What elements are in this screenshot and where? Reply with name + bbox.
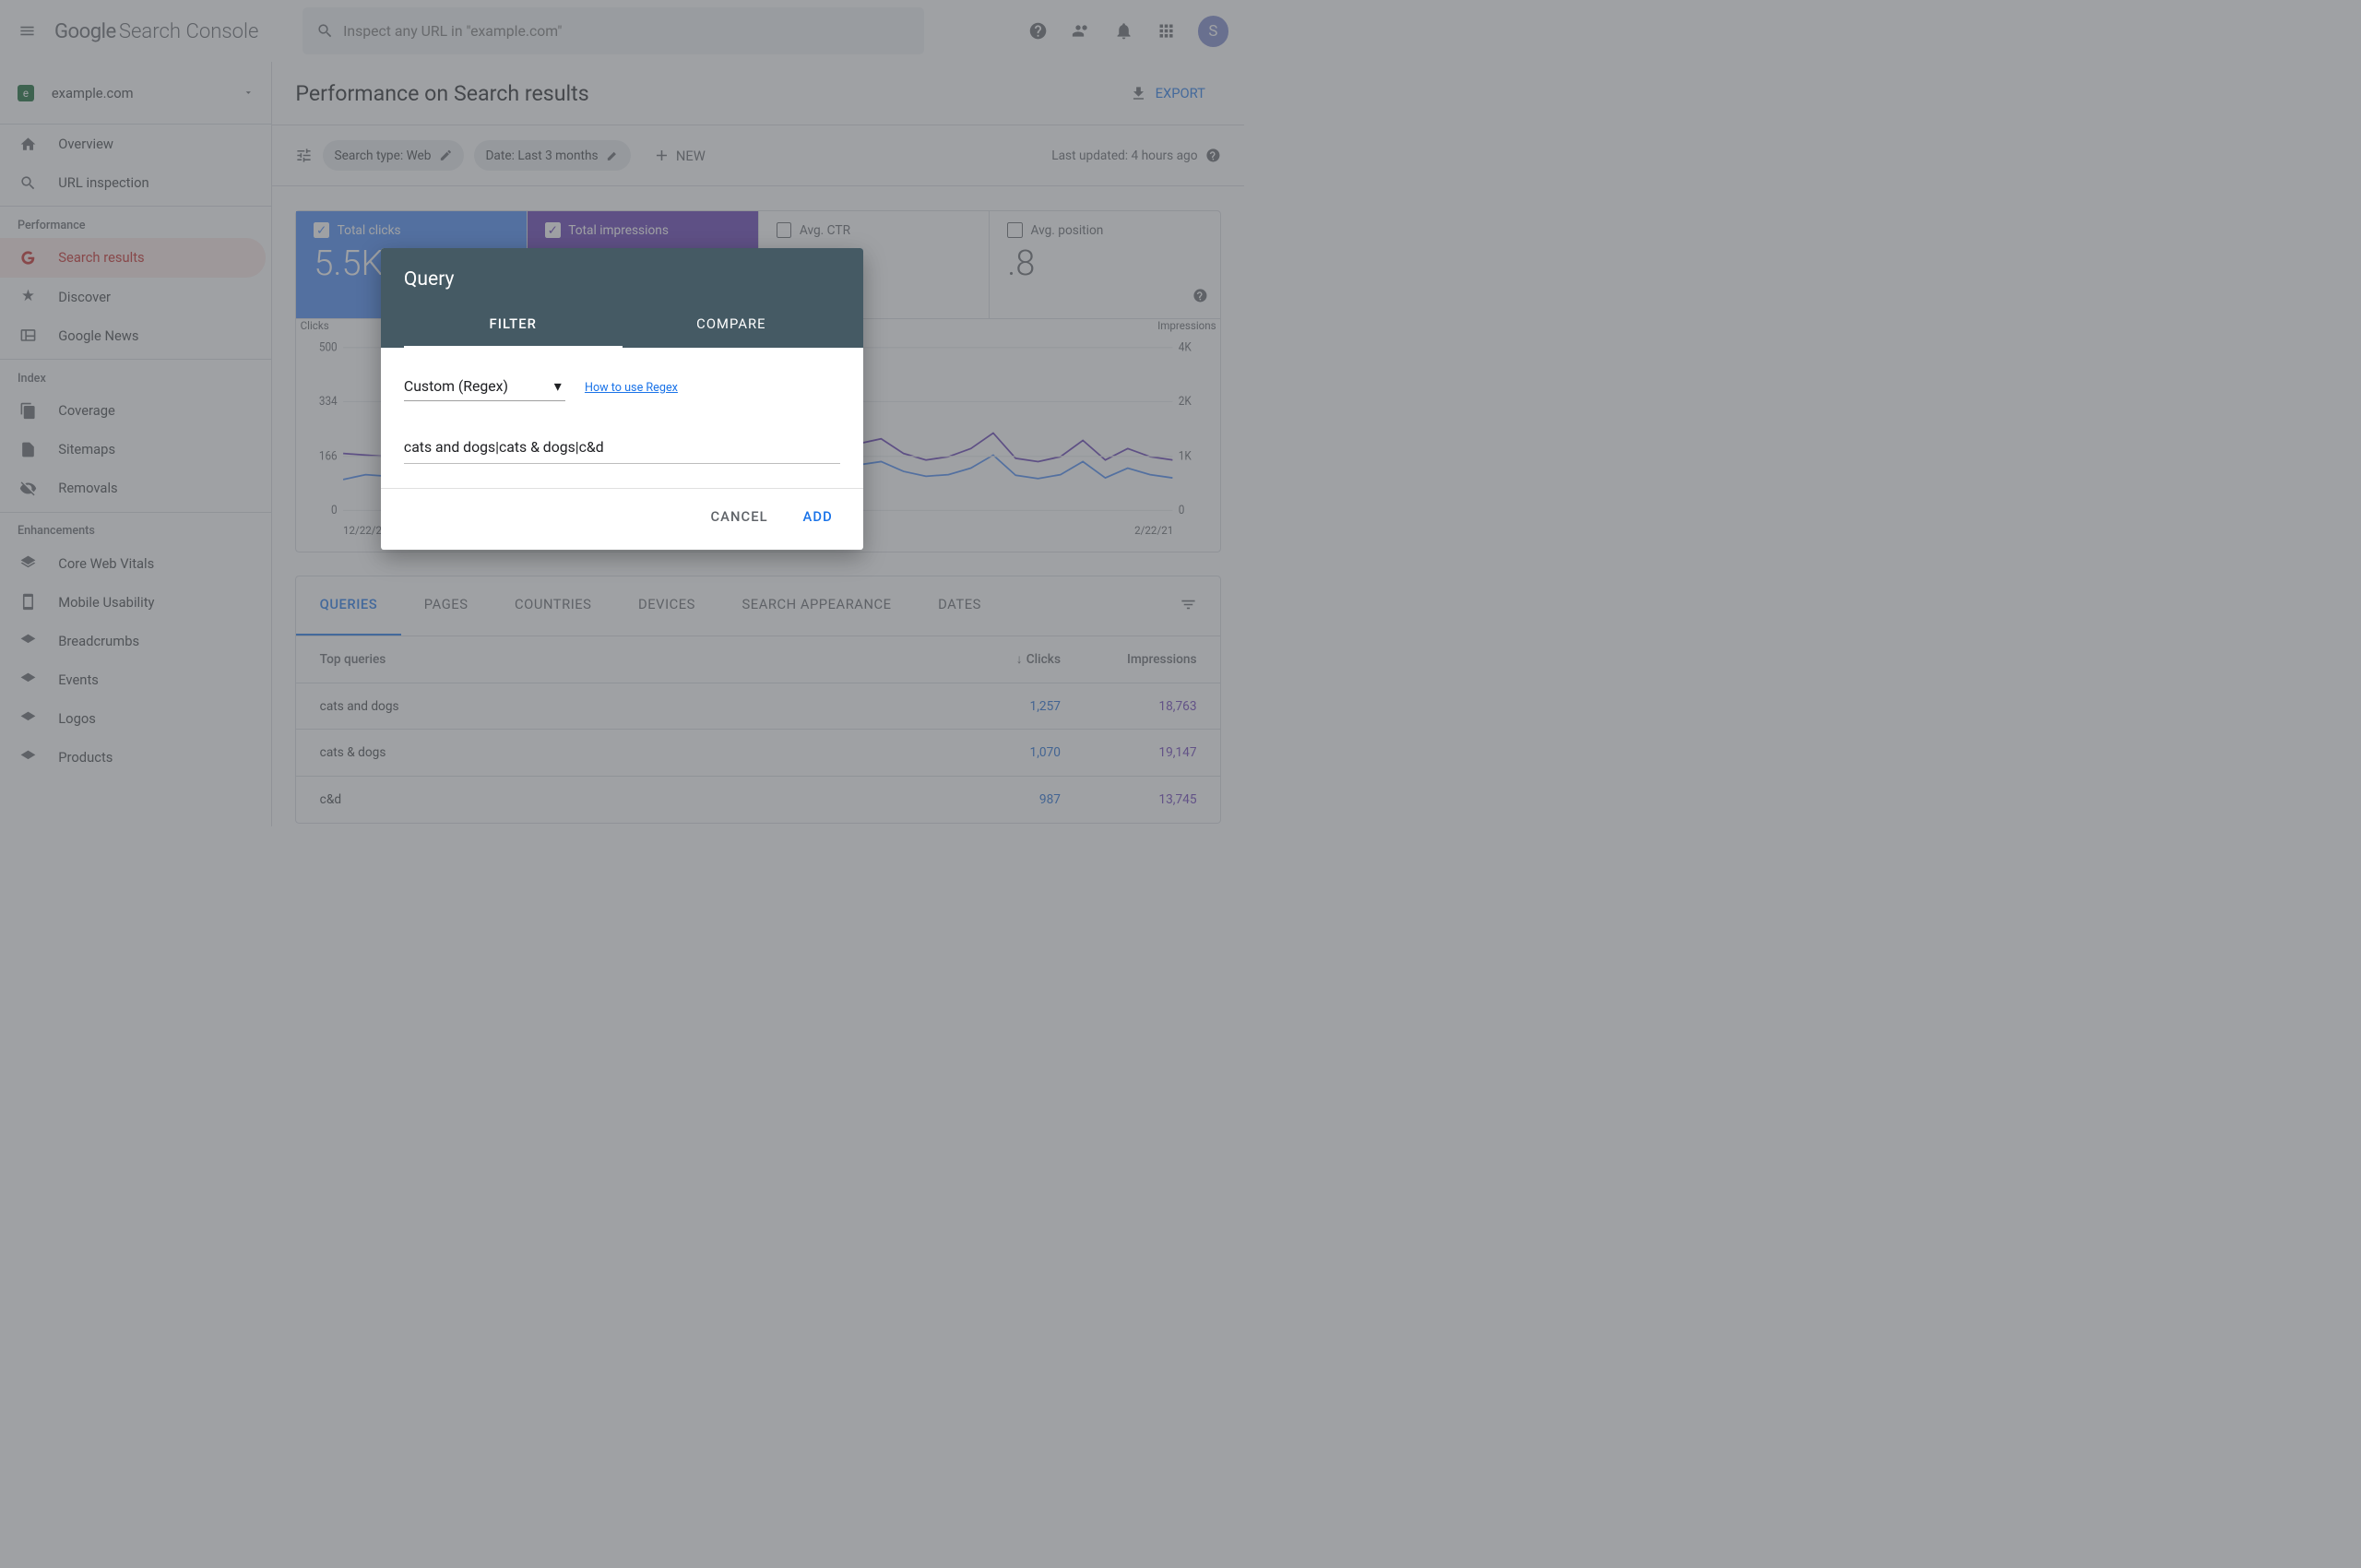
dialog-title: Query [404, 267, 840, 291]
add-button[interactable]: ADD [788, 498, 848, 534]
filter-type-dropdown[interactable]: Custom (Regex) ▾ [404, 371, 565, 401]
dialog-tab-filter[interactable]: FILTER [404, 302, 623, 348]
regex-input[interactable] [404, 431, 840, 465]
chevron-down-icon: ▾ [554, 377, 562, 395]
cancel-button[interactable]: CANCEL [695, 498, 784, 534]
query-filter-dialog: Query FILTER COMPARE Custom (Regex) ▾ Ho… [381, 248, 864, 550]
dialog-tab-compare[interactable]: COMPARE [623, 302, 841, 348]
dialog-scrim[interactable] [0, 0, 2361, 1568]
regex-help-link[interactable]: How to use Regex [585, 381, 678, 395]
dropdown-value: Custom (Regex) [404, 377, 508, 395]
